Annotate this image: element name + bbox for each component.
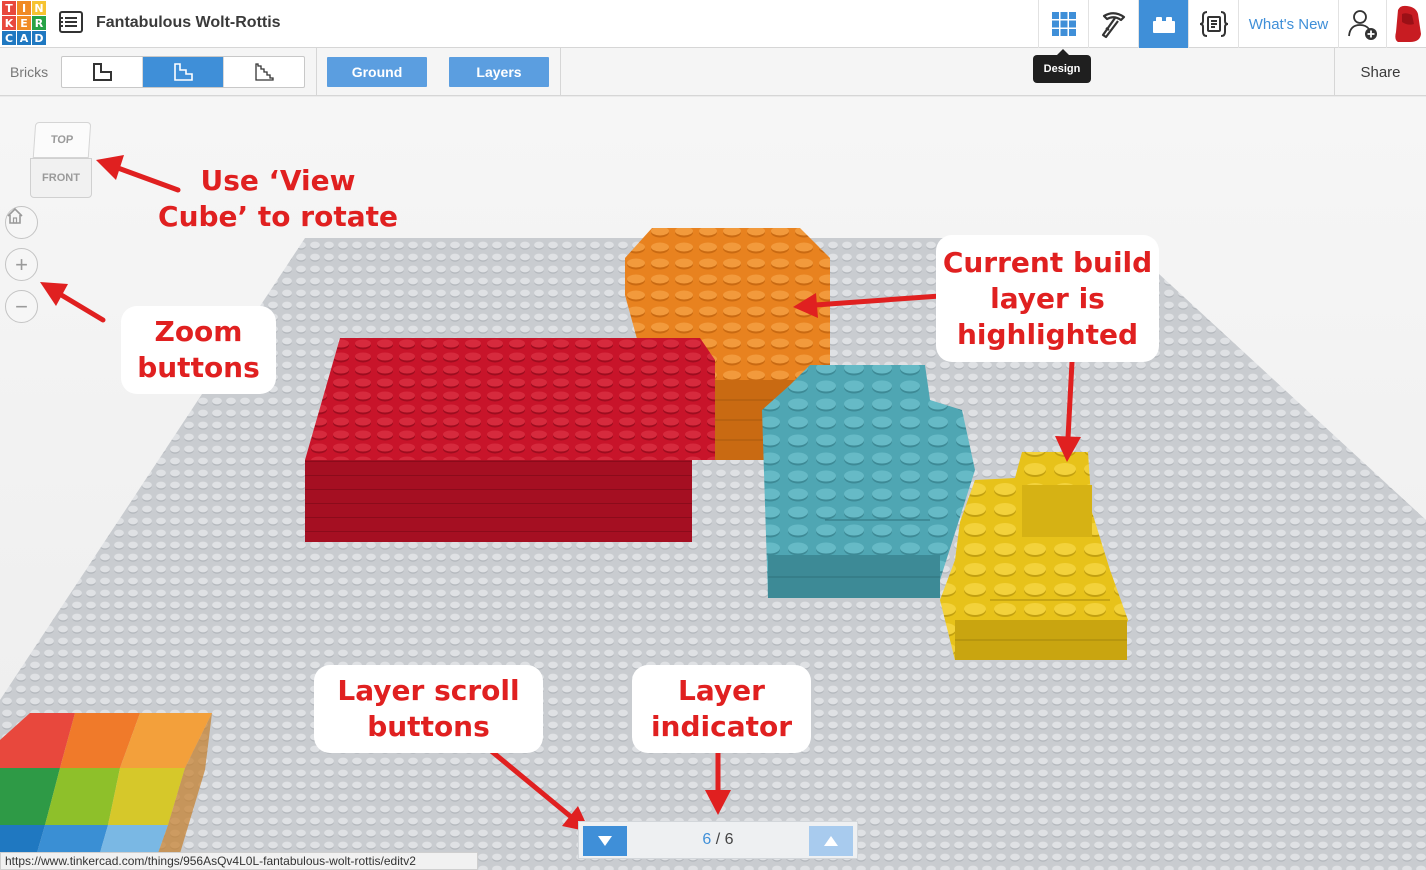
layer-separator: / [715,831,721,848]
design-grid-button[interactable] [1038,0,1088,48]
annotation-current-layer: Current build layer is highlighted [936,235,1159,362]
layer-navigator: 6 / 6 [578,821,858,859]
view-cube-front[interactable]: FRONT [30,158,92,198]
brick-icon [1152,17,1175,33]
annotation-line: layer is [990,281,1105,315]
annotation-view-cube: Use ‘View Cube’ to rotate [158,163,398,235]
annotation-layer-scroll: Layer scroll buttons [314,665,543,753]
ground-button[interactable]: Ground [327,57,427,87]
brick-shape-medium-icon [174,63,193,81]
red-brick-block[interactable] [305,338,715,542]
annotation-line: Cube’ to rotate [158,200,398,233]
brick-mode-selector [61,56,305,88]
layers-button[interactable]: Layers [449,57,549,87]
home-icon [7,207,23,224]
layer-up-button[interactable] [809,826,853,856]
add-user-button[interactable] [1338,0,1386,48]
logo-letter: N [32,1,46,15]
grid-icon [1051,12,1076,36]
logo-letter: E [17,16,31,30]
annotation-line: Current build [942,245,1153,279]
current-layer-number: 6 [702,831,712,848]
logo-letter: K [2,16,16,30]
design-list-icon[interactable] [59,11,83,33]
avatar-icon [1394,5,1421,43]
tinkercad-logo[interactable]: TIN KER CAD [2,1,46,45]
brick-shape-small-icon [93,63,112,81]
total-layers-number: 6 [724,831,734,848]
home-view-button[interactable] [5,206,38,239]
toolbar-divider [560,48,561,96]
codeblocks-button[interactable] [1188,0,1238,48]
annotation-line: Layer [678,674,765,707]
annotation-zoom: Zoom buttons [121,306,276,394]
annotation-line: Use ‘View [200,164,356,197]
triangle-up-icon [824,836,838,846]
add-user-icon [1347,10,1377,40]
bricks-toolbar: Bricks Ground Layers [0,48,1426,96]
toolbar-divider [316,48,317,96]
pickaxe-button[interactable] [1088,0,1138,48]
annotation-layer-indicator: Layer indicator [632,665,811,753]
brick-mode-2-button[interactable] [143,57,224,87]
user-avatar[interactable] [1386,0,1426,48]
logo-letter: C [2,31,16,45]
design-title[interactable]: Fantabulous Wolt-Rottis [96,14,281,32]
app-header: TIN KER CAD Fantabulous Wolt-Rottis What's… [0,0,1426,48]
view-cube-top[interactable]: TOP [32,122,92,158]
logo-letter: R [32,16,46,30]
annotation-line: indicator [650,710,793,743]
brick-mode-1-button[interactable] [62,57,143,87]
logo-letter: A [17,31,31,45]
logo-letter: I [17,1,31,15]
whats-new-link[interactable]: What's New [1238,0,1338,48]
design-tooltip: Design [1033,49,1091,83]
zoom-out-button[interactable]: − [5,290,38,323]
color-palette[interactable] [0,713,212,870]
annotation-line: Layer scroll [337,674,520,707]
share-button[interactable]: Share [1334,48,1426,96]
brick-mode-3-button[interactable] [224,57,304,87]
bricks-label: Bricks [10,64,49,80]
brick-shape-fine-icon [255,63,274,81]
annotation-line: buttons [137,351,260,384]
view-cube[interactable]: TOP FRONT [30,122,94,200]
annotation-line: highlighted [956,317,1139,351]
browser-status-url: https://www.tinkercad.com/things/956AsQv… [0,852,478,870]
logo-letter: T [2,1,16,15]
code-braces-icon [1199,11,1228,37]
bricks-button[interactable] [1138,0,1188,48]
annotation-line: buttons [367,710,490,743]
pickaxe-icon [1101,12,1125,39]
logo-letter: D [32,31,46,45]
zoom-in-button[interactable]: + [5,248,38,281]
annotation-line: Zoom [154,315,243,348]
